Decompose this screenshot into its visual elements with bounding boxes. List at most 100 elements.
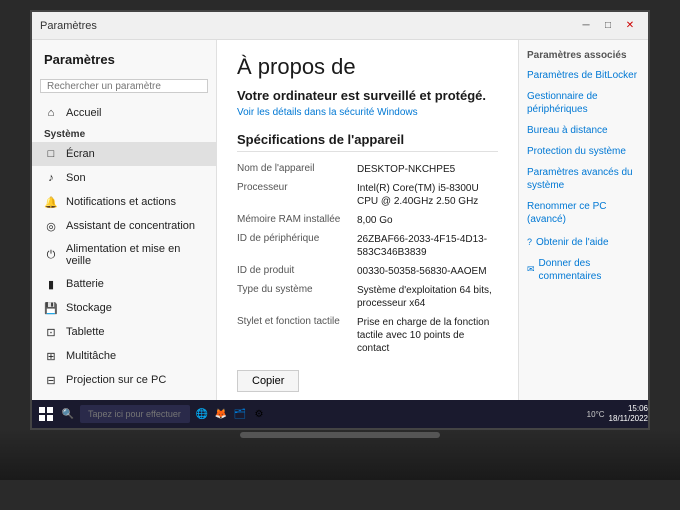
sidebar-assistant-label: Assistant de concentration	[66, 220, 195, 232]
sidebar-proj-label: Projection sur ce PC	[66, 374, 166, 386]
ecran-icon: □	[44, 147, 58, 161]
feedback-label: Donner des commentaires	[539, 257, 640, 283]
minimize-button[interactable]: ─	[576, 18, 596, 34]
spec-label-devid: ID de périphérique	[237, 233, 357, 259]
storage-icon: 💾	[44, 301, 58, 315]
spec-value-stylet: Prise en charge de la fonction tactile a…	[357, 316, 498, 355]
main-content: À propos de Votre ordinateur est surveil…	[217, 40, 518, 400]
window-controls: ─ □ ✕	[576, 18, 640, 34]
lenovo-logo: Lenovo	[42, 428, 91, 430]
related-link-bureau[interactable]: Bureau à distance	[527, 124, 640, 137]
spec-value-devid: 26ZBAF66-2033-4F15-4D13-583C346B3839	[357, 233, 498, 259]
sidebar-item-multitache[interactable]: ⊞ Multitâche	[32, 344, 216, 368]
taskbar-search-icon[interactable]: 🔍	[60, 406, 76, 422]
sidebar-tablette-label: Tablette	[66, 326, 105, 338]
assistant-icon: ◎	[44, 219, 58, 233]
related-pane: Paramètres associés Paramètres de BitLoc…	[518, 40, 648, 400]
multi-icon: ⊞	[44, 349, 58, 363]
clock-date: 18/11/2022	[609, 414, 648, 423]
maximize-button[interactable]: □	[598, 18, 618, 34]
related-link-avance[interactable]: Paramètres avancés du système	[527, 166, 640, 192]
sidebar-alim-label: Alimentation et mise en veille	[66, 243, 204, 267]
spec-value-systype: Système d'exploitation 64 bits, processe…	[357, 284, 498, 310]
spec-row-prodid: ID de produit 00330-50358-56830-AAOEM	[237, 262, 498, 281]
related-link-protection[interactable]: Protection du système	[527, 145, 640, 158]
sidebar-item-home[interactable]: ⌂ Accueil	[32, 101, 216, 125]
search-input[interactable]	[47, 81, 201, 92]
device-specs-title: Spécifications de l'appareil	[237, 132, 498, 152]
lenovo-bar: Lenovo	[32, 428, 650, 430]
sidebar-stockage-label: Stockage	[66, 302, 112, 314]
taskbar-app-2[interactable]: 🦊	[213, 406, 229, 422]
taskbar-search[interactable]	[80, 405, 190, 423]
security-notice: Votre ordinateur est surveillé et protég…	[237, 88, 498, 103]
sidebar-notif-label: Notifications et actions	[66, 196, 176, 208]
sidebar-ecran-label: Écran	[66, 148, 95, 160]
taskbar-app-4[interactable]: ⚙	[251, 406, 267, 422]
spec-value-prodid: 00330-50358-56830-AAOEM	[357, 265, 498, 278]
spec-value-proc: Intel(R) Core(TM) i5-8300U CPU @ 2.40GHz…	[357, 182, 498, 208]
sidebar-item-tablette[interactable]: ⊡ Tablette	[32, 320, 216, 344]
hinge	[240, 432, 440, 438]
related-title: Paramètres associés	[527, 50, 640, 61]
spec-label-proc: Processeur	[237, 182, 357, 208]
close-button[interactable]: ✕	[620, 18, 640, 34]
home-icon: ⌂	[44, 106, 58, 120]
spec-row-stylet: Stylet et fonction tactile Prise en char…	[237, 313, 498, 358]
tablet-icon: ⊡	[44, 325, 58, 339]
title-bar: Paramètres ─ □ ✕	[32, 12, 648, 40]
taskbar-app-3[interactable]: 🗂	[232, 406, 248, 422]
help-label: Obtenir de l'aide	[536, 236, 609, 249]
help-link[interactable]: ? Obtenir de l'aide	[527, 236, 640, 249]
copy-button[interactable]: Copier	[237, 370, 299, 392]
spec-value-ram: 8,00 Go	[357, 214, 498, 227]
security-link[interactable]: Voir les détails dans la sécurité Window…	[237, 107, 498, 118]
related-link-rename[interactable]: Renommer ce PC (avancé)	[527, 200, 640, 226]
proj-icon: ⊟	[44, 373, 58, 387]
spec-label-stylet: Stylet et fonction tactile	[237, 316, 357, 355]
sidebar-item-assistant[interactable]: ◎ Assistant de concentration	[32, 214, 216, 238]
spec-row-proc: Processeur Intel(R) Core(TM) i5-8300U CP…	[237, 179, 498, 211]
taskbar-right: 10°C 15:06 18/11/2022	[587, 404, 648, 423]
sidebar-item-ecran[interactable]: □ Écran	[32, 142, 216, 166]
sidebar-battery-label: Batterie	[66, 278, 104, 290]
sidebar-item-stockage[interactable]: 💾 Stockage	[32, 296, 216, 320]
battery-icon: ▮	[44, 277, 58, 291]
spec-value-nom: DESKTOP-NKCHPE5	[357, 163, 498, 176]
taskbar-app-1[interactable]: 🌐	[194, 406, 210, 422]
taskbar-temp: 10°C	[587, 410, 605, 419]
sidebar-home-label: Accueil	[66, 107, 101, 119]
sidebar-item-son[interactable]: ♪ Son	[32, 166, 216, 190]
power-icon: ⏻	[44, 248, 58, 262]
taskbar-app-icons: 🌐 🦊 🗂 ⚙	[194, 406, 583, 422]
taskbar-clock: 15:06 18/11/2022	[609, 404, 648, 423]
device-specs-table: Nom de l'appareil DESKTOP-NKCHPE5 Proces…	[237, 160, 498, 358]
spec-row-devid: ID de périphérique 26ZBAF66-2033-4F15-4D…	[237, 230, 498, 262]
sidebar-title: Paramètres	[44, 52, 204, 67]
help-section: ? Obtenir de l'aide ✉ Donner des comment…	[527, 236, 640, 283]
spec-row-ram: Mémoire RAM installée 8,00 Go	[237, 211, 498, 230]
spec-label-ram: Mémoire RAM installée	[237, 214, 357, 227]
help-icon: ?	[527, 237, 532, 249]
sidebar-item-batterie[interactable]: ▮ Batterie	[32, 272, 216, 296]
spec-row-nom: Nom de l'appareil DESKTOP-NKCHPE5	[237, 160, 498, 179]
son-icon: ♪	[44, 171, 58, 185]
sidebar: Paramètres ⌂ Accueil Système □ Écran	[32, 40, 217, 400]
spec-label-nom: Nom de l'appareil	[237, 163, 357, 176]
search-box[interactable]	[40, 79, 208, 93]
sidebar-section: Système	[32, 125, 216, 142]
sidebar-item-notifications[interactable]: 🔔 Notifications et actions	[32, 190, 216, 214]
related-link-bitlocker[interactable]: Paramètres de BitLocker	[527, 69, 640, 82]
sidebar-item-alimentation[interactable]: ⏻ Alimentation et mise en veille	[32, 238, 216, 272]
start-button[interactable]	[36, 404, 56, 424]
window-title: Paramètres	[40, 20, 97, 32]
taskbar: 🔍 🌐 🦊 🗂 ⚙ 10°C 15:06 18/11/2022	[32, 400, 650, 428]
feedback-icon: ✉	[527, 264, 535, 276]
feedback-link[interactable]: ✉ Donner des commentaires	[527, 257, 640, 283]
sidebar-son-label: Son	[66, 172, 86, 184]
spec-row-systype: Type du système Système d'exploitation 6…	[237, 281, 498, 313]
sidebar-multi-label: Multitâche	[66, 350, 116, 362]
page-title: À propos de	[237, 54, 498, 80]
sidebar-item-projection[interactable]: ⊟ Projection sur ce PC	[32, 368, 216, 392]
related-link-devices[interactable]: Gestionnaire de périphériques	[527, 90, 640, 116]
